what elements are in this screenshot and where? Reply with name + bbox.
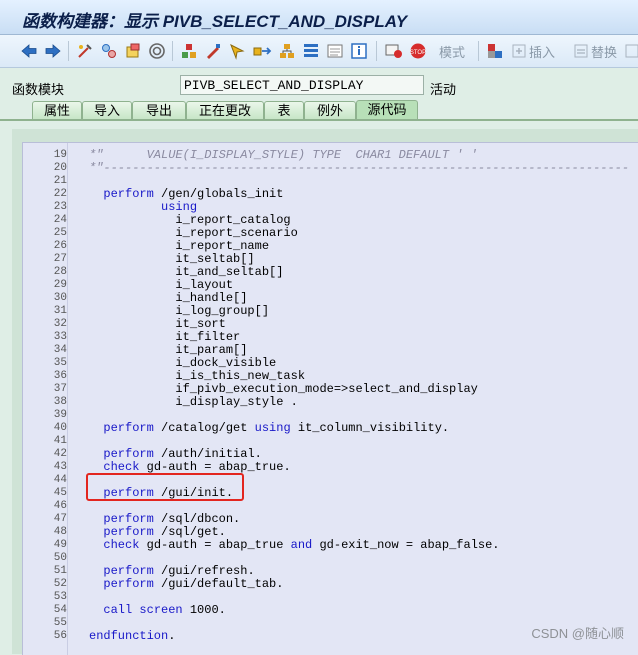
line-number: 51 xyxy=(53,565,67,577)
line-number: 34 xyxy=(53,344,67,356)
line-number: 40 xyxy=(53,422,67,434)
watermark: CSDN @随心顺 xyxy=(531,626,624,641)
module-status: 活动 xyxy=(430,82,457,97)
line-number: 55 xyxy=(53,617,67,629)
object-list-icon[interactable] xyxy=(180,41,198,61)
tab-underline xyxy=(0,119,638,121)
navigate-icon[interactable] xyxy=(228,41,246,61)
line-number: 31 xyxy=(53,305,67,317)
code-text: call screen 1000. xyxy=(103,603,226,617)
code-line[interactable]: 54 call screen 1000. xyxy=(23,604,638,617)
source-code-editor[interactable]: 19 *" VALUE(I_DISPLAY_STYLE) TYPE CHAR1 D… xyxy=(22,142,638,655)
line-number: 33 xyxy=(53,331,67,343)
enhance-icon[interactable] xyxy=(486,41,504,61)
line-number: 32 xyxy=(53,318,67,330)
toolbar-separator xyxy=(376,41,377,61)
line-number: 45 xyxy=(53,487,67,499)
line-number: 44 xyxy=(53,474,67,486)
replace-button[interactable]: 替换 xyxy=(590,41,618,61)
highlight-box xyxy=(86,473,244,501)
insert-button[interactable]: 插入 xyxy=(528,41,556,61)
line-number: 54 xyxy=(53,604,67,616)
line-number: 30 xyxy=(53,292,67,304)
line-number: 46 xyxy=(53,500,67,512)
line-number: 50 xyxy=(53,552,67,564)
line-number: 21 xyxy=(53,175,67,187)
line-number: 24 xyxy=(53,214,67,226)
line-number: 23 xyxy=(53,201,67,213)
list-icon[interactable] xyxy=(326,41,344,61)
code-line[interactable]: 52 perform /gui/default_tab. xyxy=(23,578,638,591)
line-number: 22 xyxy=(53,188,67,200)
activate-icon[interactable] xyxy=(124,41,142,61)
tab-attributes[interactable]: 属性 xyxy=(32,101,82,119)
where-used-icon[interactable] xyxy=(148,41,166,61)
test-icon[interactable] xyxy=(302,41,320,61)
forward-arrow-icon[interactable] xyxy=(44,41,62,61)
code-line[interactable]: 49 check gd-auth = abap_true and gd-exit… xyxy=(23,539,638,552)
line-number: 53 xyxy=(53,591,67,603)
code-line[interactable]: 20 *"------------------------------------… xyxy=(23,162,638,175)
line-number: 52 xyxy=(53,578,67,590)
check-icon[interactable] xyxy=(204,41,222,61)
tab-tables[interactable]: 表 xyxy=(264,101,304,119)
breakpoint-icon[interactable] xyxy=(384,41,404,61)
stop-icon[interactable]: STOP xyxy=(408,41,428,61)
function-module-input[interactable]: PIVB_SELECT_AND_DISPLAY xyxy=(180,75,424,95)
window-title: 函数构建器：显示 PIVB_SELECT_AND_DISPLAY xyxy=(22,12,408,31)
tab-import[interactable]: 导入 xyxy=(82,101,132,119)
toolbar-separator xyxy=(172,41,173,61)
line-number: 38 xyxy=(53,396,67,408)
insert-icon[interactable] xyxy=(510,41,528,61)
line-number: 36 xyxy=(53,370,67,382)
replace-icon[interactable] xyxy=(572,41,590,61)
toolbar-separator xyxy=(68,41,69,61)
line-number: 39 xyxy=(53,409,67,421)
code-text: check gd-auth = abap_true and gd-exit_no… xyxy=(103,538,500,552)
line-number: 20 xyxy=(53,162,67,174)
code-text: perform /catalog/get using it_column_vis… xyxy=(103,421,450,435)
line-number: 42 xyxy=(53,448,67,460)
back-arrow-icon[interactable] xyxy=(20,41,38,61)
pattern-button[interactable]: 模式 xyxy=(436,41,468,61)
delete-icon[interactable] xyxy=(624,41,638,61)
code-line[interactable]: 38 i_display_style . xyxy=(23,396,638,409)
tab-strip: 属性 导入 导出 正在更改 表 例外 源代码 xyxy=(0,100,638,120)
line-number: 48 xyxy=(53,526,67,538)
line-number: 56 xyxy=(53,630,67,642)
line-number: 28 xyxy=(53,266,67,278)
line-number: 26 xyxy=(53,240,67,252)
tab-source-code[interactable]: 源代码 xyxy=(356,100,418,120)
line-number: 47 xyxy=(53,513,67,525)
hierarchy-icon[interactable] xyxy=(252,41,272,61)
line-number: 43 xyxy=(53,461,67,473)
display-change-icon[interactable] xyxy=(100,41,118,61)
line-number: 37 xyxy=(53,383,67,395)
tab-changing[interactable]: 正在更改 xyxy=(186,101,264,119)
code-line[interactable]: 40 perform /catalog/get using it_column_… xyxy=(23,422,638,435)
line-number: 41 xyxy=(53,435,67,447)
code-text: *"--------------------------------------… xyxy=(89,161,630,175)
line-number: 49 xyxy=(53,539,67,551)
application-toolbar: STOP 模式 插入 替换 xyxy=(0,35,638,68)
code-text: endfunction. xyxy=(89,629,176,643)
line-number: 29 xyxy=(53,279,67,291)
line-number: 27 xyxy=(53,253,67,265)
function-module-label: 函数模块 xyxy=(12,82,65,97)
title-bar: 函数构建器：显示 PIVB_SELECT_AND_DISPLAY xyxy=(0,0,638,35)
tab-exceptions[interactable]: 例外 xyxy=(304,101,356,119)
svg-text:STOP: STOP xyxy=(410,50,426,56)
line-number: 35 xyxy=(53,357,67,369)
other-object-icon[interactable] xyxy=(76,41,94,61)
info-icon[interactable] xyxy=(350,41,368,61)
line-number: 25 xyxy=(53,227,67,239)
tab-export[interactable]: 导出 xyxy=(132,101,186,119)
toolbar-separator xyxy=(478,41,479,61)
code-text: perform /gui/default_tab. xyxy=(103,577,284,591)
line-number: 19 xyxy=(53,149,67,161)
code-text: i_display_style . xyxy=(89,395,298,409)
outline-icon[interactable] xyxy=(278,41,296,61)
